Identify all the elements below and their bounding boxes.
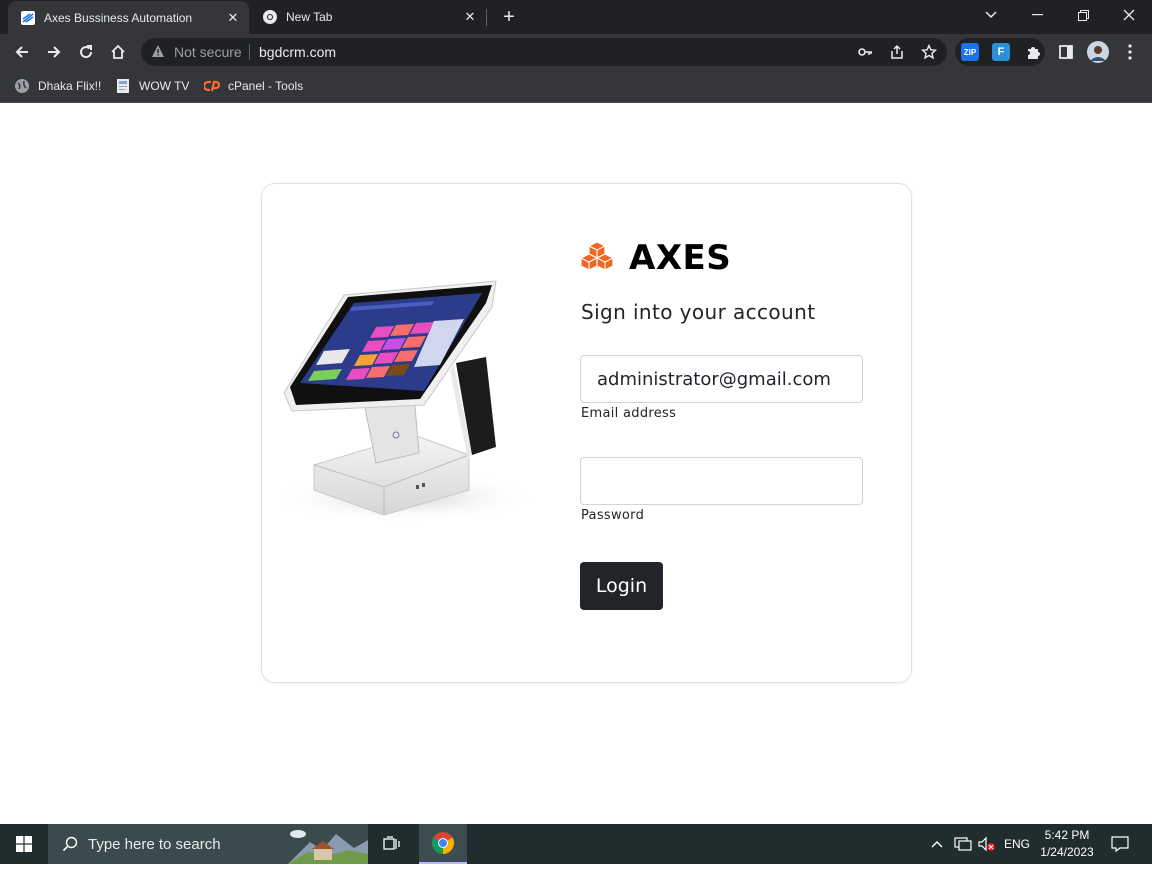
page-icon: [115, 78, 131, 94]
tab-separator: [486, 9, 487, 26]
avatar[interactable]: [1084, 38, 1112, 66]
f-extension-icon[interactable]: F: [992, 43, 1010, 61]
clock-date: 1/24/2023: [1040, 845, 1094, 859]
bookmarks-bar: Dhaka Flix!! WOW TV cPanel - Tools: [0, 70, 1152, 103]
tab-strip: Axes Bussiness Automation ✕ New Tab ✕ +: [0, 0, 1152, 34]
volume-muted-icon[interactable]: [978, 824, 996, 864]
network-icon[interactable]: [954, 824, 972, 864]
search-placeholder: Type here to search: [88, 835, 221, 853]
side-panel-icon[interactable]: [1052, 38, 1080, 66]
page-title: Sign into your account: [581, 300, 816, 324]
forward-icon[interactable]: [40, 38, 68, 66]
tab-axes[interactable]: Axes Bussiness Automation ✕: [8, 1, 249, 34]
globe-icon: [14, 78, 30, 94]
security-status[interactable]: Not secure: [174, 44, 242, 60]
close-icon[interactable]: ✕: [460, 7, 480, 27]
chrome-taskbar-icon[interactable]: [419, 824, 467, 864]
taskbar-search[interactable]: Type here to search: [48, 824, 368, 864]
brand: AXES: [580, 238, 731, 278]
clock-time: 5:42 PM: [1044, 828, 1090, 842]
new-tab-button[interactable]: +: [497, 5, 521, 29]
menu-kebab-icon[interactable]: [1116, 38, 1144, 66]
bookmark-wow-tv[interactable]: WOW TV: [115, 77, 189, 95]
search-highlight-image: [288, 824, 368, 864]
address-bar[interactable]: Not secure bgdcrm.com: [141, 38, 947, 66]
back-icon[interactable]: [8, 38, 36, 66]
task-view-icon[interactable]: [368, 824, 416, 864]
bookmark-label: WOW TV: [139, 79, 190, 93]
bookmark-label: cPanel - Tools: [228, 79, 304, 93]
bookmark-star-icon[interactable]: [921, 44, 937, 60]
password-label: Password: [581, 508, 645, 523]
clock[interactable]: 5:42 PM 1/24/2023: [1034, 827, 1100, 861]
taskbar: Type here to search ENG 5:42 PM 1/24/202…: [0, 824, 1152, 864]
close-window-icon[interactable]: [1106, 0, 1152, 30]
brand-name: AXES: [629, 238, 732, 278]
close-icon[interactable]: ✕: [223, 8, 243, 28]
chrome-icon: [262, 9, 278, 25]
password-field[interactable]: [580, 457, 863, 505]
login-button[interactable]: Login: [580, 562, 663, 610]
tab-search-chevron-icon[interactable]: [968, 0, 1014, 30]
bookmark-label: Dhaka Flix!!: [38, 79, 102, 93]
search-icon: [62, 836, 78, 852]
axes-favicon-icon: [20, 10, 36, 26]
minimize-icon[interactable]: [1014, 0, 1060, 30]
restore-icon[interactable]: [1060, 0, 1106, 30]
tab-title: Axes Bussiness Automation: [44, 10, 193, 25]
reload-icon[interactable]: [72, 38, 100, 66]
url-text[interactable]: bgdcrm.com: [259, 44, 336, 60]
windows-start-icon[interactable]: [0, 824, 48, 864]
tab-title: New Tab: [286, 10, 333, 24]
tab-new-tab[interactable]: New Tab ✕: [250, 0, 486, 34]
cpanel-icon: [204, 78, 220, 94]
share-icon[interactable]: [889, 44, 905, 60]
bookmark-dhaka-flix[interactable]: Dhaka Flix!!: [14, 77, 101, 95]
pos-terminal-image: [264, 275, 539, 525]
bookmark-cpanel-tools[interactable]: cPanel - Tools: [204, 77, 303, 95]
key-icon[interactable]: [857, 44, 873, 60]
divider: [249, 44, 250, 60]
extensions-area: ZIP F: [955, 38, 1045, 66]
email-label: Email address: [581, 406, 677, 421]
home-icon[interactable]: [104, 38, 132, 66]
warning-icon[interactable]: [151, 44, 165, 63]
puzzle-icon[interactable]: [1024, 43, 1042, 61]
cubes-logo-icon: [580, 240, 614, 276]
tray-chevron-icon[interactable]: [930, 824, 944, 864]
email-field[interactable]: [580, 355, 863, 403]
notifications-icon[interactable]: [1111, 824, 1129, 864]
zip-extension-icon[interactable]: ZIP: [961, 43, 979, 61]
language-indicator[interactable]: ENG: [1004, 824, 1030, 864]
